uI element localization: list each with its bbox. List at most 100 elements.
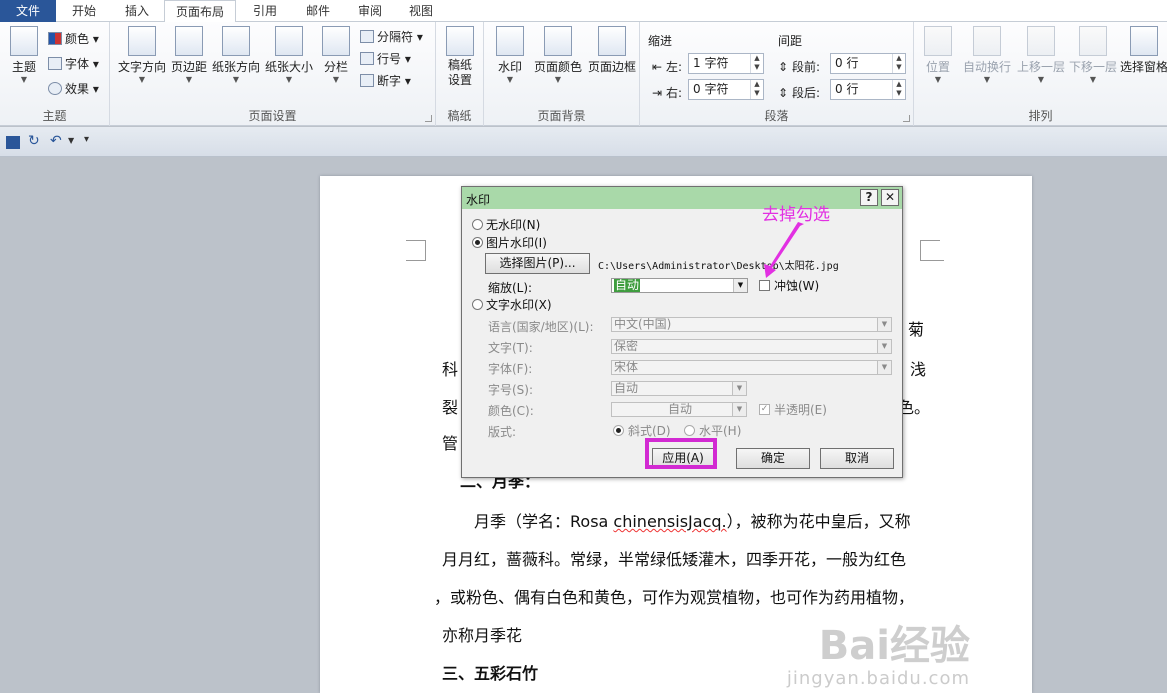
size-button[interactable]: 纸张大小 ▼ (262, 26, 316, 84)
help-button[interactable]: ? (860, 189, 878, 206)
chevron-down-icon[interactable]: ▼ (877, 340, 891, 353)
size-select[interactable]: 自动 ▼ (611, 381, 747, 396)
tab-home[interactable]: 开始 (58, 0, 110, 22)
tab-insert[interactable]: 插入 (112, 0, 162, 22)
page-color-button[interactable]: 页面颜色 ▼ (532, 26, 584, 84)
dialog-launcher-icon[interactable] (425, 115, 432, 122)
tab-view[interactable]: 视图 (396, 0, 446, 22)
text-value: 保密 (614, 339, 639, 353)
tab-page-layout[interactable]: 页面布局 (164, 0, 236, 23)
wrap-text-button[interactable]: 自动换行 ▼ (960, 26, 1014, 84)
group-label-page-setup: 页面设置 (248, 109, 297, 123)
colors-button[interactable]: 颜色 ▾ (48, 28, 99, 50)
size-label: 纸张大小 (264, 60, 313, 74)
group-label-page-background: 页面背景 (537, 109, 586, 123)
spinner-arrows-icon[interactable]: ▲ ▼ (750, 54, 763, 73)
size-value: 自动 (614, 381, 639, 395)
theme-button[interactable]: 主题 ▼ (4, 26, 44, 84)
doc-line-text: 月季（学名：Rosa chinensisJacq.），被称为花中皇后，又称 (474, 512, 911, 531)
spacing-after-spinner[interactable]: 0 行 ▲ ▼ (830, 79, 906, 100)
page-border-button[interactable]: 页面边框 (586, 26, 638, 75)
dialog-title-bar[interactable]: 水印 ? ✕ (462, 187, 902, 209)
font-value: 宋体 (614, 360, 639, 374)
fonts-icon (48, 57, 62, 70)
position-button[interactable]: 位置 ▼ (920, 26, 956, 84)
effects-button[interactable]: 效果 ▾ (48, 78, 99, 100)
cancel-button[interactable]: 取消 (820, 448, 894, 469)
customize-toolbar-icon[interactable]: ▾ (84, 134, 89, 145)
spinner-arrows-icon[interactable]: ▲ ▼ (892, 54, 905, 73)
text-watermark-label[interactable]: 文字水印(X) (486, 296, 552, 313)
orientation-label: 纸张方向 (211, 60, 260, 74)
watermark-button[interactable]: 水印 ▼ (492, 26, 528, 84)
doc-paragraph-line: 月月红，蔷薇科。常绿，半常绿低矮灌木，四季开花，一般为红色 (442, 550, 907, 569)
spinner-arrows-icon[interactable]: ▲ ▼ (750, 80, 763, 99)
chevron-down-icon: ▼ (185, 75, 193, 84)
text-direction-button[interactable]: 文字方向 ▼ (116, 26, 168, 84)
indent-left-label: ⇤ 左: (652, 58, 682, 75)
orientation-button[interactable]: 纸张方向 ▼ (210, 26, 262, 84)
watermark-dialog: 水印 ? ✕ 无水印(N) 图片水印(I) 选择图片(P)... C:\User… (461, 186, 903, 478)
bring-forward-label: 上移一层 (1016, 60, 1065, 74)
close-button[interactable]: ✕ (881, 189, 899, 206)
fonts-button[interactable]: 字体 ▾ (48, 53, 99, 75)
spacing-before-icon: ⇕ (778, 60, 789, 74)
horizontal-radio[interactable] (684, 425, 695, 436)
selection-pane-icon (1129, 26, 1158, 56)
font-select[interactable]: 宋体 ▼ (611, 360, 892, 375)
hyphenation-button[interactable]: 断字 ▾ (360, 70, 411, 92)
fonts-label: 字体 (65, 57, 90, 71)
indent-right-text: 右: (666, 86, 683, 100)
semitransparent-label[interactable]: 半透明(E) (774, 401, 827, 418)
save-icon[interactable] (6, 136, 20, 149)
scale-select[interactable]: 自动 ▼ (611, 278, 748, 293)
bring-forward-button[interactable]: 上移一层 ▼ (1014, 26, 1068, 84)
spinner-arrows-icon[interactable]: ▲ ▼ (892, 80, 905, 99)
tab-file[interactable]: 文件 (0, 0, 56, 22)
select-picture-button[interactable]: 选择图片(P)... (485, 253, 590, 274)
tab-mailings[interactable]: 邮件 (292, 0, 344, 22)
repeat-icon[interactable]: ↻ (28, 133, 40, 149)
columns-icon (322, 26, 350, 56)
breaks-button[interactable]: 分隔符 ▾ (360, 26, 423, 48)
indent-right-spinner[interactable]: 0 字符 ▲ ▼ (688, 79, 764, 100)
columns-button[interactable]: 分栏 ▼ (318, 26, 354, 84)
semitransparent-checkbox[interactable]: ✓ (759, 404, 770, 415)
chevron-down-icon[interactable]: ▼ (732, 382, 746, 395)
doc-paragraph-line: 亦称月季花 (442, 626, 523, 645)
picture-watermark-radio[interactable] (472, 237, 483, 248)
chevron-down-icon: ▼ (1037, 75, 1045, 84)
draft-settings-button[interactable]: 稿纸 设置 (442, 26, 478, 88)
chevron-down-icon[interactable]: ▼ (68, 136, 74, 145)
chevron-down-icon[interactable]: ▼ (732, 403, 746, 416)
group-label-arrange: 排列 (1028, 109, 1053, 123)
send-backward-button[interactable]: 下移一层 ▼ (1066, 26, 1120, 84)
ok-button[interactable]: 确定 (736, 448, 810, 469)
chevron-down-icon[interactable]: ▼ (877, 318, 891, 331)
no-watermark-label[interactable]: 无水印(N) (486, 216, 540, 233)
diagonal-label[interactable]: 斜式(D) (628, 422, 671, 439)
selection-pane-button[interactable]: 选择窗格 (1120, 26, 1167, 75)
undo-icon[interactable]: ↶ (50, 133, 62, 149)
scale-label: 缩放(L): (488, 281, 533, 295)
chevron-down-icon[interactable]: ▼ (877, 361, 891, 374)
no-watermark-radio[interactable] (472, 219, 483, 230)
line-numbers-button[interactable]: 行号 ▾ (360, 48, 411, 70)
language-select[interactable]: 中文(中国) ▼ (611, 317, 892, 332)
horizontal-label[interactable]: 水平(H) (699, 422, 741, 439)
margins-button[interactable]: 页边距 ▼ (168, 26, 210, 84)
tab-references[interactable]: 引用 (240, 0, 290, 22)
dialog-launcher-icon[interactable] (903, 115, 910, 122)
washout-checkbox[interactable] (759, 280, 770, 291)
spacing-after-text: 段后: (792, 86, 821, 100)
color-select[interactable]: 自动 ▼ (611, 402, 747, 417)
tab-review[interactable]: 审阅 (346, 0, 394, 22)
indent-left-text: 左: (666, 60, 683, 74)
spacing-before-spinner[interactable]: 0 行 ▲ ▼ (830, 53, 906, 74)
indent-left-spinner[interactable]: 1 字符 ▲ ▼ (688, 53, 764, 74)
chevron-down-icon[interactable]: ▼ (733, 279, 747, 292)
diagonal-radio[interactable] (613, 425, 624, 436)
picture-watermark-label[interactable]: 图片水印(I) (486, 234, 547, 251)
text-watermark-radio[interactable] (472, 299, 483, 310)
text-select[interactable]: 保密 ▼ (611, 339, 892, 354)
